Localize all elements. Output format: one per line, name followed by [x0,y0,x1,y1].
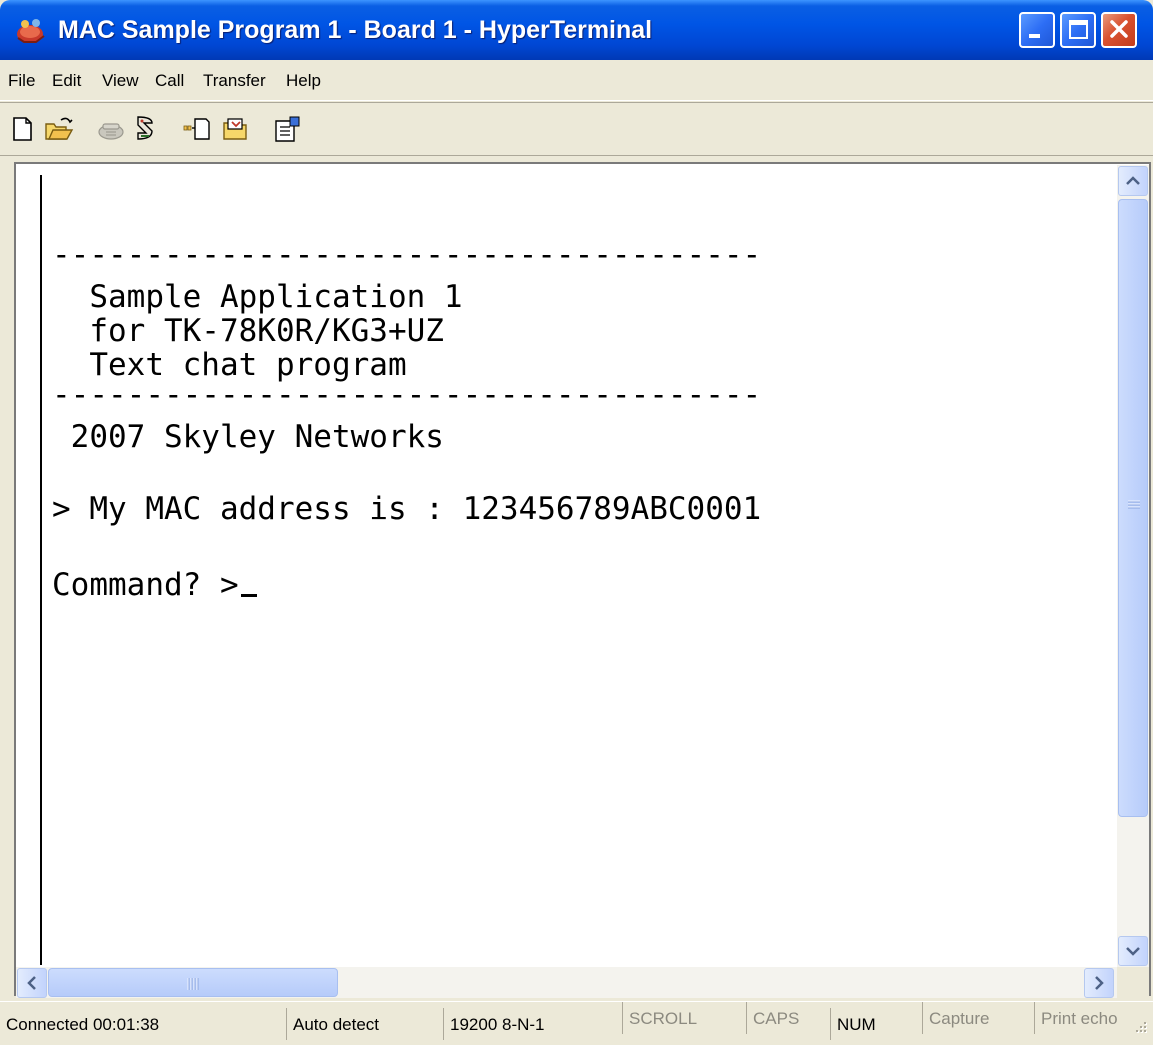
window-title: MAC Sample Program 1 - Board 1 - HyperTe… [58,16,653,44]
terminal-line-command-prompt[interactable]: Command? > [52,567,257,603]
status-capture: Capture [922,1002,1032,1034]
menu-view[interactable]: View [102,68,139,94]
terminal-line-mac-address: > My MAC address is : 123456789ABC0001 [52,491,762,527]
terminal-line-board: for TK-78K0R/KG3+UZ [52,313,444,349]
terminal-line-app-name: Sample Application 1 [52,279,463,315]
chevron-up-icon [1126,176,1140,185]
menu-file[interactable]: File [8,68,35,94]
scroll-down-button[interactable] [1118,936,1148,966]
toolbar [0,102,1153,156]
new-file-icon[interactable] [8,115,38,143]
status-port-settings: 19200 8-N-1 [443,1008,618,1040]
text-cursor [240,594,257,597]
terminal-screen[interactable]: -------------------------------------- S… [40,175,1118,965]
hyperterminal-window: MAC Sample Program 1 - Board 1 - HyperTe… [0,0,1153,1045]
minimize-button[interactable] [1019,12,1055,48]
close-button[interactable] [1101,12,1137,48]
status-bar: Connected 00:01:38 Auto detect 19200 8-N… [0,1001,1153,1045]
horizontal-scrollbar[interactable] [16,967,1117,998]
menu-edit[interactable]: Edit [52,68,81,94]
menu-bar: File Edit View Call Transfer Help [0,60,1153,101]
scroll-right-button[interactable] [1084,968,1114,998]
status-caps-lock: CAPS [746,1002,826,1034]
maximize-button[interactable] [1060,12,1096,48]
chevron-left-icon [27,976,36,990]
scroll-corner [1117,967,1149,998]
vertical-scroll-thumb[interactable] [1118,199,1148,817]
menu-transfer[interactable]: Transfer [203,68,266,94]
horizontal-scroll-thumb[interactable] [48,968,338,997]
maximize-icon [1069,20,1088,39]
disconnect-phone-icon[interactable] [130,115,160,143]
terminal-line-divider-top: -------------------------------------- [52,237,762,273]
open-folder-icon[interactable] [44,115,74,143]
command-prompt-text: Command? > [52,567,239,603]
connect-phone-icon[interactable] [96,115,126,143]
chevron-down-icon [1126,947,1140,956]
scroll-up-button[interactable] [1118,166,1148,196]
send-file-icon[interactable] [182,115,212,143]
status-connection-time: Connected 00:01:38 [6,1015,160,1034]
vertical-scrollbar[interactable] [1117,165,1149,967]
scroll-left-button[interactable] [17,968,47,998]
terminal-line-copyright: 2007 Skyley Networks [52,419,444,455]
resize-grip-icon[interactable] [1128,1018,1150,1040]
receive-file-icon[interactable] [220,115,250,143]
status-scroll-lock: SCROLL [622,1002,742,1034]
status-detect: Auto detect [286,1008,441,1040]
menu-help[interactable]: Help [286,68,321,94]
minimize-icon [1029,34,1040,38]
properties-icon[interactable] [272,115,302,143]
close-icon [1110,20,1128,38]
grip-icon [1128,500,1140,509]
chevron-right-icon [1095,976,1104,990]
status-num-lock: NUM [830,1008,920,1040]
hyperterminal-app-icon[interactable] [14,14,48,46]
title-bar[interactable]: MAC Sample Program 1 - Board 1 - HyperTe… [0,0,1153,60]
terminal-line-divider-bottom: -------------------------------------- [52,377,762,413]
grip-icon [187,978,199,990]
menu-call[interactable]: Call [155,68,184,94]
